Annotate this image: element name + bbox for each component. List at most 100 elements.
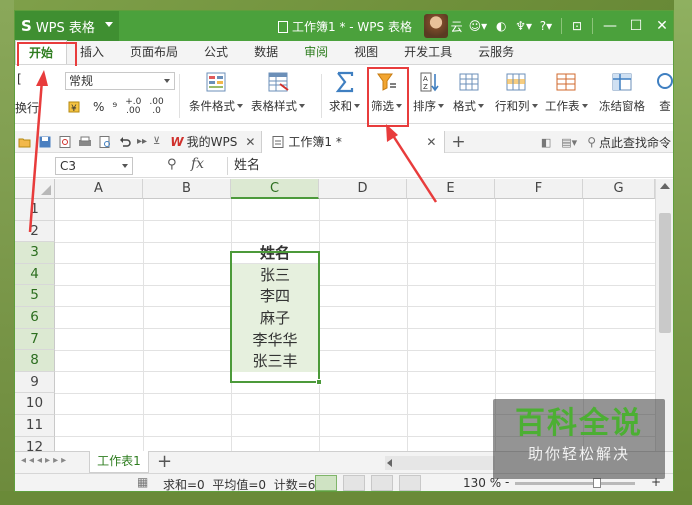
tab-developer[interactable]: 开发工具 [391,40,465,64]
tab-page-layout[interactable]: 页面布局 [117,40,191,64]
row-header-6[interactable]: 6 [15,307,55,329]
format-button[interactable]: 格式 [453,70,484,114]
row-header-1[interactable]: 1 [15,199,55,221]
find-icon [657,73,673,89]
row-header-11[interactable]: 11 [15,415,55,437]
select-all-corner[interactable] [15,179,55,199]
tab-data[interactable]: 数据 [241,40,291,64]
fill-handle[interactable] [316,379,322,385]
tab-workbook[interactable]: 工作簿1 * ✕ [261,130,446,153]
column-header-g[interactable]: G [583,179,655,199]
row-header-5[interactable]: 5 [15,285,55,307]
gridline [55,306,655,308]
scrollbar-thumb[interactable] [659,213,671,333]
row-header-3[interactable]: 3 [15,242,55,264]
row-header-10[interactable]: 10 [15,393,55,415]
feedback-icon[interactable]: ◐ [493,16,509,36]
column-header-b[interactable]: B [143,179,231,199]
print-preview-icon[interactable] [98,135,112,149]
close-button[interactable]: ✕ [649,11,673,41]
chevron-down-icon [164,79,170,83]
row-header-12[interactable]: 12 [15,436,55,451]
freeze-panes-button[interactable]: 冻结窗格 [599,70,645,114]
column-header-c[interactable]: C [231,179,319,199]
reading-mode-button[interactable] [399,475,421,491]
worksheet-button[interactable]: 工作表 [545,70,588,114]
scroll-up-icon[interactable] [660,183,670,189]
close-icon[interactable]: ✕ [426,131,436,153]
tab-my-wps[interactable]: W 我的WPS ✕ [164,131,261,153]
row-header-9[interactable]: 9 [15,371,55,394]
export-pdf-icon[interactable] [58,135,72,149]
review-icon[interactable]: ▤▾ [561,136,577,149]
worksheet-icon [556,73,576,91]
new-tab-button[interactable]: + [451,132,465,152]
restore-icon[interactable]: ⊡ [569,16,585,36]
conditional-format-button[interactable]: 条件格式 [189,70,243,114]
wrap-text-button[interactable]: 换行 [15,99,39,116]
zoom-slider-knob[interactable] [593,478,601,488]
find-button[interactable]: 查 [653,70,673,114]
sheet-nav-arrows-icon[interactable]: ◂◂◂▸▸▸ [21,455,69,466]
command-search[interactable]: ◧ ▤▾ ⚲ 点此查找命令 [541,131,671,153]
number-format-select[interactable]: 常规 [65,72,175,90]
watermark-logo: 百科全说 助你轻松解决 [493,399,665,479]
increase-decimal-button[interactable]: +.0.00 [125,98,141,116]
customize-icon[interactable]: ⊻ [153,136,160,147]
add-sheet-button[interactable]: + [157,451,172,473]
maximize-button[interactable]: ☐ [623,11,649,41]
column-header-e[interactable]: E [407,179,495,199]
tab-view[interactable]: 视图 [341,40,391,64]
wps-spreadsheet-window: S WPS 表格 工作簿1 * - WPS 表格 云 ☺▾ ◐ ♆▾ ?▾ ⊡ … [14,10,674,492]
row-header-4[interactable]: 4 [15,263,55,286]
decrease-decimal-button[interactable]: .00.0 [149,98,163,116]
app-menu-button[interactable]: S WPS 表格 [15,11,119,41]
more-arrows-icon[interactable]: ▸▸ [137,136,147,147]
cloud-sync-icon[interactable]: ☺▾ [469,16,488,36]
column-header-a[interactable]: A [55,179,143,199]
percent-button[interactable]: % [93,100,104,114]
page-break-view-button[interactable] [371,475,393,491]
zoom-formula-icon[interactable]: ⚲ [167,157,177,172]
zoom-slider[interactable] [515,478,635,488]
save-icon[interactable] [38,135,52,149]
print-icon[interactable] [78,135,92,149]
row-header-7[interactable]: 7 [15,328,55,351]
scroll-left-icon[interactable] [387,459,392,467]
formula-input[interactable]: 姓名 [227,157,673,175]
insert-function-button[interactable]: fx [191,156,204,172]
ribbon-cut-glyph: [ [17,72,22,86]
thousands-button[interactable]: ⁹ [112,100,117,114]
normal-view-button[interactable] [315,475,337,491]
desktop-background-right [674,0,692,505]
sum-button[interactable]: 求和 [329,70,360,114]
skin-shirt-icon[interactable]: ♆▾ [515,16,532,36]
document-settings-icon[interactable]: ◧ [541,136,551,149]
column-header-f[interactable]: F [495,179,583,199]
minimize-button[interactable]: — [597,11,623,41]
tab-cloud-service[interactable]: 云服务 [465,40,527,64]
status-sheet-icon[interactable]: ▦ [137,475,148,489]
column-header-d[interactable]: D [319,179,407,199]
page-layout-view-button[interactable] [343,475,365,491]
open-folder-icon[interactable] [18,135,32,149]
row-header-2[interactable]: 2 [15,220,55,243]
close-icon[interactable]: ✕ [245,131,255,153]
rows-columns-button[interactable]: 行和列 [495,70,538,114]
help-icon[interactable]: ?▾ [538,16,554,36]
gridline [55,284,655,286]
horizontal-scrollbar[interactable] [385,456,495,470]
tab-formulas[interactable]: 公式 [191,40,241,64]
currency-icon[interactable]: ¥ [68,100,82,114]
row-header-8[interactable]: 8 [15,350,55,372]
name-box[interactable]: C3 [55,157,133,175]
user-label[interactable]: 云 [451,18,463,35]
gridline [55,241,655,243]
avatar[interactable] [423,14,448,38]
tab-review[interactable]: 审阅 [291,40,341,64]
gridline [55,220,655,221]
table-style-button[interactable]: 表格样式 [251,70,305,114]
sheet-tab-active[interactable]: 工作表1 [89,451,149,473]
sort-button[interactable]: AZ 排序 [413,70,444,114]
undo-icon[interactable] [118,135,132,149]
